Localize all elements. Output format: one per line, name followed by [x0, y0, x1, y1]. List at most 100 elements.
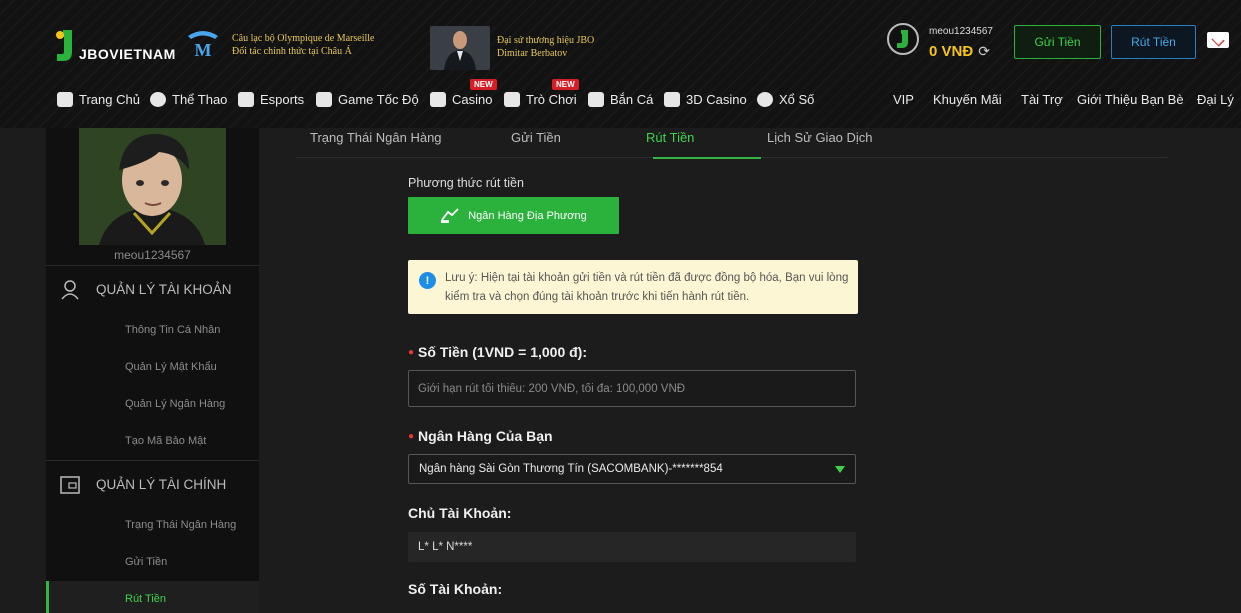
nav-label: Casino: [452, 92, 493, 107]
jbo-j-icon: [56, 30, 72, 61]
account-holder-label: Chủ Tài Khoản:: [408, 505, 512, 521]
required-marker: ●: [408, 431, 415, 442]
amount-input[interactable]: [408, 370, 856, 407]
bank-label-text: Ngân Hàng Của Bạn: [418, 428, 553, 444]
nav-agent[interactable]: Đại Lý: [1197, 92, 1234, 107]
bank-select[interactable]: Ngân hàng Sài Gòn Thương Tín (SACOMBANK)…: [408, 454, 856, 484]
nav-home[interactable]: Trang Chủ: [57, 92, 140, 107]
tab-deposit[interactable]: Gửi Tiền: [511, 130, 561, 145]
sidebar-item-security-code[interactable]: Tạo Mã Bảo Mật: [125, 435, 206, 447]
dice-icon: [664, 92, 680, 107]
sidebar-item-withdraw[interactable]: Rút Tiền: [125, 593, 166, 605]
slot-machine-icon: [504, 92, 520, 107]
withdraw-method-label: Phương thức rút tiền: [408, 176, 524, 190]
nav-sports[interactable]: Thể Thao: [150, 92, 227, 107]
nav-label: Thể Thao: [172, 92, 228, 107]
tab-withdraw[interactable]: Rút Tiền: [646, 130, 694, 145]
cards-icon: [430, 92, 446, 107]
sidebar-item-password[interactable]: Quản Lý Mật Khẩu: [125, 361, 217, 373]
nav-3d-casino[interactable]: 3D Casino: [664, 92, 747, 107]
bank-select-value: Ngân hàng Sài Gòn Thương Tín (SACOMBANK)…: [419, 463, 723, 475]
refresh-icon[interactable]: ⟳: [978, 43, 990, 60]
tab-bank-status[interactable]: Trạng Thái Ngân Hàng: [310, 130, 442, 145]
local-bank-method-label: Ngân Hàng Địa Phương: [468, 209, 587, 222]
profile-avatar: [79, 128, 226, 245]
sidebar-username: meou1234567: [114, 248, 191, 262]
nav-label: 3D Casino: [686, 92, 747, 107]
withdraw-button[interactable]: Rút Tiền: [1111, 25, 1196, 59]
nav-label: Game Tốc Độ: [338, 92, 419, 107]
ambassador-text: Đại sứ thương hiệu JBO Dimitar Berbatov: [497, 34, 594, 60]
ambassador-line-1: Đại sứ thương hiệu JBO: [497, 35, 595, 46]
required-marker: ●: [408, 347, 415, 358]
home-icon: [57, 92, 73, 107]
gamepad-icon: [238, 92, 254, 107]
nav-speed-game[interactable]: Game Tốc Độ: [316, 92, 419, 107]
partner-text: Câu lạc bộ Olympique de Marseille Đối tá…: [232, 32, 374, 58]
account-section-title: QUẢN LÝ TÀI KHOẢN: [96, 282, 232, 297]
nav-fishing[interactable]: Bắn Cá: [588, 92, 653, 107]
sidebar-item-deposit[interactable]: Gửi Tiền: [125, 556, 167, 568]
nav-vip[interactable]: VIP: [893, 92, 914, 107]
ambassador-line-2: Dimitar Berbatov: [497, 48, 568, 59]
lottery-icon: [757, 92, 773, 107]
user-avatar[interactable]: [887, 23, 919, 55]
bank-label: ● Ngân Hàng Của Bạn: [408, 428, 553, 444]
account-management-section[interactable]: QUẢN LÝ TÀI KHOẢN: [46, 265, 259, 313]
account-holder-value: L* L* N****: [408, 532, 856, 562]
nav-sponsorship[interactable]: Tài Trợ: [1021, 92, 1063, 107]
nav-label: Trò Chơi: [526, 92, 577, 107]
balance-display: 0 VNĐ ⟳: [929, 43, 990, 60]
olympique-marseille-logo: M: [188, 31, 218, 60]
sidebar-item-bank-management[interactable]: Quản Lý Ngân Hàng: [125, 398, 225, 410]
notice-text: Lưu ý: Hiện tại tài khoản gửi tiền và rú…: [445, 272, 849, 303]
user-icon: [61, 279, 79, 299]
nav-refer-friend[interactable]: Giới Thiệu Bạn Bè: [1077, 92, 1184, 107]
partner-line-2: Đối tác chính thức tại Châu Á: [232, 46, 352, 57]
local-bank-method-button[interactable]: Ngân Hàng Địa Phương: [408, 197, 619, 234]
soccer-ball-icon: [150, 92, 166, 107]
finance-section-title: QUẢN LÝ TÀI CHÍNH: [96, 477, 227, 492]
account-number-label: Số Tài Khoản:: [408, 581, 503, 597]
speed-game-icon: [316, 92, 332, 107]
partner-line-1: Câu lạc bộ Olympique de Marseille: [232, 33, 375, 44]
finance-management-section[interactable]: QUẢN LÝ TÀI CHÍNH: [46, 460, 259, 508]
account-sidebar: meou1234567 QUẢN LÝ TÀI KHOẢN Thông Tin …: [46, 128, 259, 613]
active-tab-indicator: [653, 157, 761, 159]
mail-icon[interactable]: [1207, 32, 1229, 48]
nav-label: Trang Chủ: [79, 92, 140, 107]
nav-games[interactable]: NEW Trò Chơi: [504, 79, 579, 107]
balance-value: 0 VNĐ: [929, 43, 974, 60]
amount-label-text: Số Tiền (1VND = 1,000 đ):: [418, 344, 588, 360]
nav-casino[interactable]: NEW Casino: [430, 79, 497, 107]
ambassador-photo: [430, 26, 490, 70]
bank-transfer-icon: [441, 207, 459, 223]
new-badge: NEW: [470, 79, 497, 90]
brand-name: JBOVIETNAM: [79, 46, 176, 62]
fish-icon: [588, 92, 604, 107]
sidebar-item-bank-status[interactable]: Trạng Thái Ngân Hàng: [125, 519, 236, 531]
nav-esports[interactable]: Esports: [238, 92, 304, 107]
nav-promotions[interactable]: Khuyến Mãi: [933, 92, 1002, 107]
deposit-button[interactable]: Gửi Tiền: [1014, 25, 1101, 59]
amount-label: ● Số Tiền (1VND = 1,000 đ):: [408, 344, 587, 360]
sync-notice: ! Lưu ý: Hiện tại tài khoản gửi tiền và …: [408, 260, 858, 314]
info-icon: !: [419, 272, 436, 289]
jbo-logo[interactable]: JBOVIETNAM: [55, 24, 175, 66]
finance-tabs: Trạng Thái Ngân Hàng Gửi Tiền Rút Tiền L…: [296, 128, 1167, 159]
user-jbo-icon: [897, 30, 908, 48]
header-username: meou1234567: [929, 26, 993, 37]
nav-label: Esports: [260, 92, 305, 107]
wallet-icon: [60, 475, 80, 494]
chevron-down-icon: [835, 466, 845, 473]
svg-text:M: M: [195, 40, 212, 60]
nav-lottery[interactable]: Xổ Số: [757, 92, 814, 107]
main-nav: Trang Chủ Thể Thao Esports Game Tốc Độ N…: [0, 79, 1241, 114]
nav-label: Bắn Cá: [610, 92, 654, 107]
top-header: JBOVIETNAM M Câu lạc bộ Olympique de Mar…: [0, 0, 1241, 128]
sidebar-item-personal-info[interactable]: Thông Tin Cá Nhân: [125, 324, 220, 336]
nav-label: Xổ Số: [779, 92, 815, 107]
withdraw-panel: Trạng Thái Ngân Hàng Gửi Tiền Rút Tiền L…: [259, 128, 1232, 613]
new-badge: NEW: [552, 79, 579, 90]
tab-transaction-history[interactable]: Lịch Sử Giao Dịch: [767, 130, 873, 145]
